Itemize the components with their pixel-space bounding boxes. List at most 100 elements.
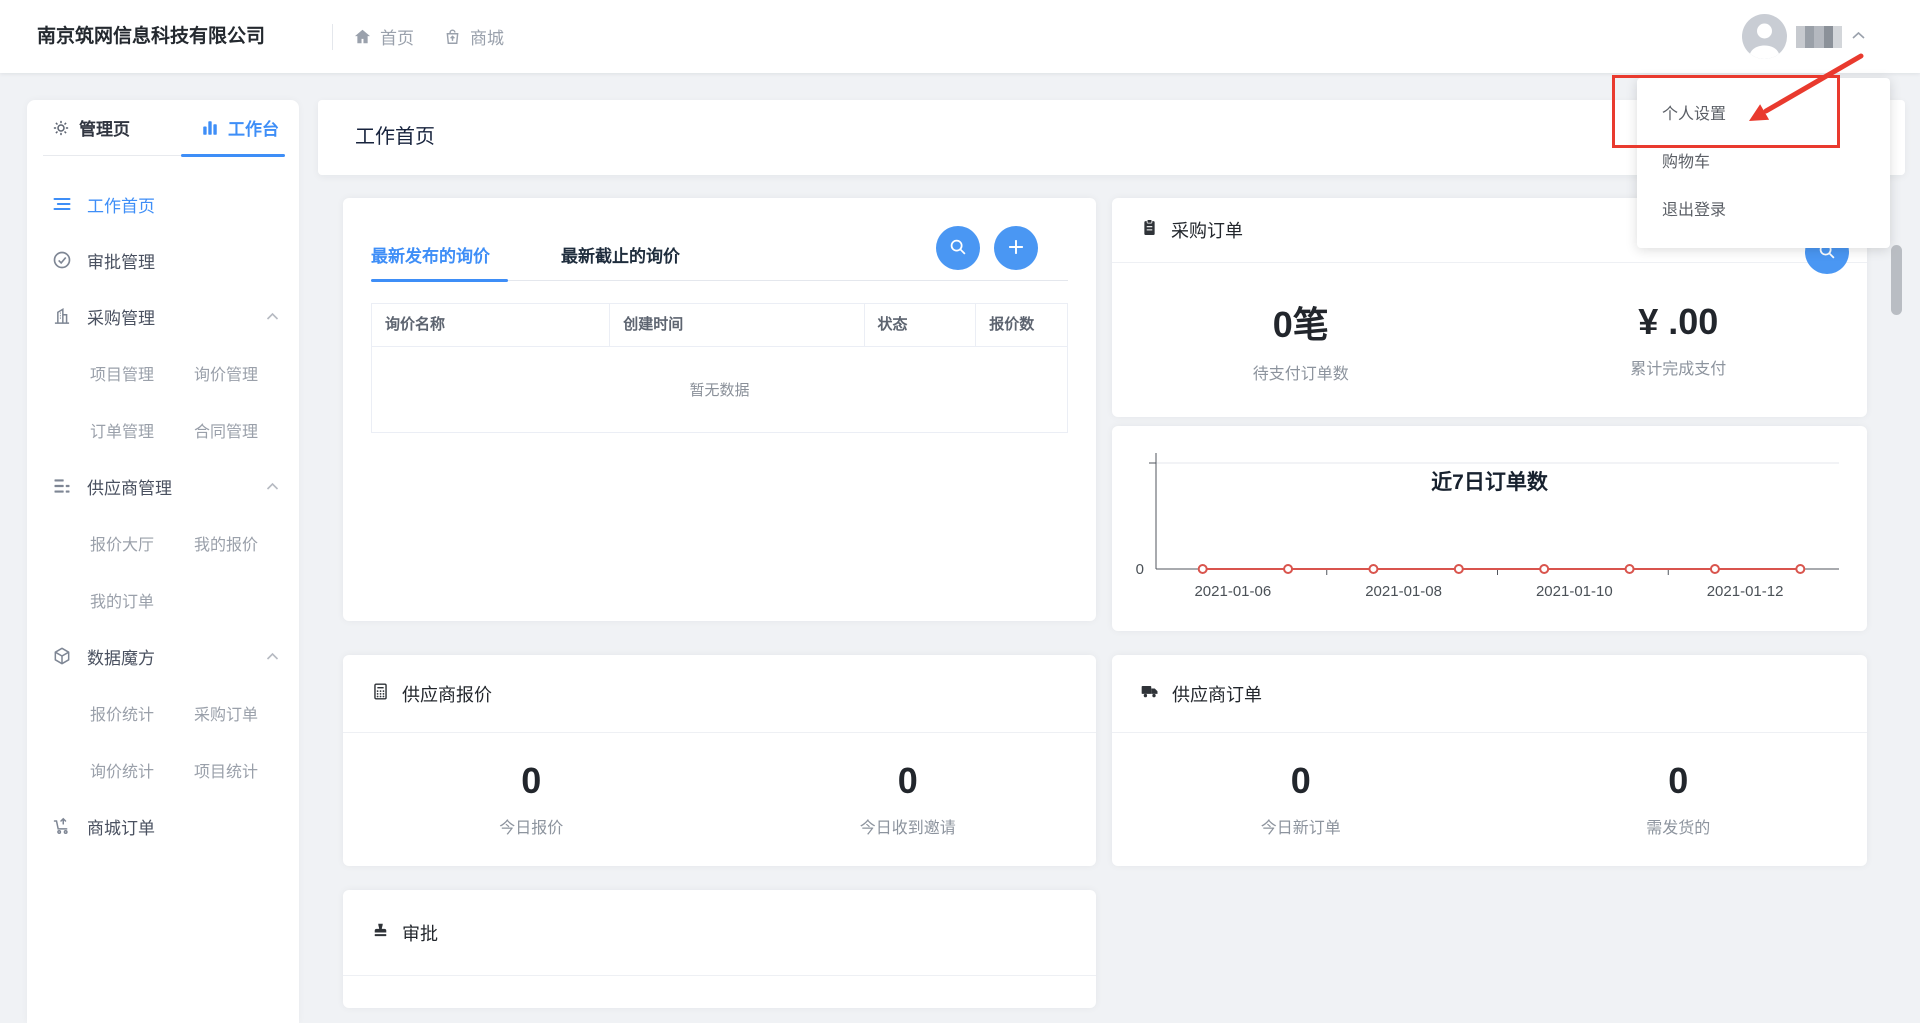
svg-text:0: 0 — [1136, 561, 1144, 578]
sidebar-subitem-project-mgmt[interactable]: 项目管理 — [90, 361, 194, 385]
user-name-redacted — [1796, 26, 1842, 48]
active-tab-underline — [371, 279, 508, 282]
stat-to-ship: 0 需发货的 — [1490, 760, 1868, 838]
chevron-up-icon — [266, 312, 279, 321]
sidebar-subrow: 报价大厅 我的报价 — [27, 514, 299, 571]
sidebar-group-procurement-mgmt[interactable]: 采购管理 — [27, 288, 299, 344]
sidebar-subitem-quote-hall[interactable]: 报价大厅 — [90, 531, 194, 555]
card-title: 供应商订单 — [1172, 681, 1262, 707]
tab-latest-published[interactable]: 最新发布的询价 — [371, 242, 490, 267]
sidebar-subrow: 订单管理 合同管理 — [27, 401, 299, 458]
sidebar-subitem-order-mgmt[interactable]: 订单管理 — [90, 418, 194, 442]
sidebar-subrow: 报价统计 采购订单 — [27, 684, 299, 741]
lines-icon — [52, 194, 72, 214]
card-title: 审批 — [402, 920, 438, 946]
stat-value: 0 — [720, 760, 1097, 802]
sidebar-item-mall-orders[interactable]: 商城订单 — [27, 798, 299, 854]
chevron-up-icon — [1851, 28, 1866, 46]
sidebar-subitem-purchase-orders[interactable]: 采购订单 — [194, 701, 298, 725]
sidebar-subrow: 我的订单 — [27, 571, 299, 628]
search-icon — [947, 236, 969, 261]
orders-line-chart: 0 2021-01-06 2021-01-08 2021-01-10 2021-01-1… — [1112, 426, 1867, 631]
sidebar-group-data-cube[interactable]: 数据魔方 — [27, 628, 299, 684]
svg-text:2021-01-12: 2021-01-12 — [1707, 583, 1784, 600]
sidebar-subitem-contract-mgmt[interactable]: 合同管理 — [194, 418, 298, 442]
card-header: 审批 — [343, 890, 1096, 976]
sidebar-subitem-my-quotes[interactable]: 我的报价 — [194, 531, 298, 555]
search-button[interactable] — [936, 226, 980, 270]
list-icon — [52, 476, 72, 496]
inquiry-table: 询价名称 创建时间 状态 报价数 暂无数据 — [371, 303, 1068, 433]
sidebar-group-label: 供应商管理 — [87, 474, 172, 499]
page-title: 工作首页 — [355, 100, 435, 175]
card-header: 供应商报价 — [343, 655, 1096, 733]
menu-item-cart[interactable]: 购物车 — [1637, 139, 1890, 187]
add-button[interactable] — [994, 226, 1038, 270]
company-name: 南京筑网信息科技有限公司 — [37, 0, 265, 73]
svg-text:2021-01-08: 2021-01-08 — [1365, 583, 1442, 600]
sidebar-group-label: 数据魔方 — [87, 644, 155, 669]
active-tab-underline — [181, 154, 285, 157]
inquiry-card: 最新发布的询价 最新截止的询价 询价名称 创建时间 状态 报价数 暂无数据 — [343, 198, 1096, 621]
tab-latest-closed[interactable]: 最新截止的询价 — [561, 242, 680, 267]
menu-item-profile-settings[interactable]: 个人设置 — [1637, 91, 1890, 139]
stat-today-quotes: 0 今日报价 — [343, 760, 720, 838]
svg-text:2021-01-06: 2021-01-06 — [1194, 583, 1271, 600]
stamp-icon — [371, 921, 390, 945]
header-divider — [332, 24, 333, 50]
sidebar-tabs: 管理页 工作台 — [43, 100, 283, 156]
scrollbar-thumb[interactable] — [1891, 245, 1902, 315]
calculator-icon — [371, 682, 390, 706]
sidebar-tab-workbench[interactable]: 工作台 — [200, 115, 279, 140]
sidebar-subitem-my-orders[interactable]: 我的订单 — [90, 588, 194, 612]
sidebar-subrow: 项目管理 询价管理 — [27, 344, 299, 401]
nav-home[interactable]: 首页 — [352, 24, 414, 49]
app-root: 南京筑网信息科技有限公司 首页 商城 — [0, 0, 1920, 1023]
sidebar-item-approval-mgmt[interactable]: 审批管理 — [27, 232, 299, 288]
sidebar-group-supplier-mgmt[interactable]: 供应商管理 — [27, 458, 299, 514]
stat-today-new-orders: 0 今日新订单 — [1112, 760, 1490, 838]
stat-value: ¥ .00 — [1490, 301, 1868, 343]
sidebar-subitem-inquiry-stats[interactable]: 询价统计 — [90, 758, 194, 782]
stat-total-paid: ¥ .00 累计完成支付 — [1490, 301, 1868, 379]
building-icon — [52, 306, 72, 326]
stat-label: 今日报价 — [343, 814, 720, 838]
top-header: 南京筑网信息科技有限公司 首页 商城 — [0, 0, 1920, 73]
svg-text:2021-01-10: 2021-01-10 — [1536, 583, 1613, 600]
card-title: 采购订单 — [1171, 217, 1243, 243]
menu-item-logout[interactable]: 退出登录 — [1637, 187, 1890, 235]
nav-mall[interactable]: 商城 — [442, 24, 504, 49]
sidebar-subitem-inquiry-mgmt[interactable]: 询价管理 — [194, 361, 298, 385]
sidebar: 管理页 工作台 工作首页 — [27, 100, 299, 1023]
chevron-up-icon — [266, 652, 279, 661]
column-header: 询价名称 — [372, 304, 610, 346]
user-avatar — [1742, 14, 1787, 59]
sidebar-menu: 工作首页 审批管理 采购管理 项目管理 — [27, 156, 299, 854]
stat-label: 需发货的 — [1490, 814, 1868, 838]
column-header: 报价数 — [976, 304, 1067, 346]
card-stats: 0 今日新订单 0 需发货的 — [1112, 732, 1867, 866]
bar-chart-icon — [200, 118, 220, 138]
supplier-order-card: 供应商订单 0 今日新订单 0 需发货的 — [1112, 655, 1867, 866]
sidebar-subrow: 询价统计 项目统计 — [27, 741, 299, 798]
stat-label: 今日收到邀请 — [720, 814, 1097, 838]
supplier-quote-card: 供应商报价 0 今日报价 0 今日收到邀请 — [343, 655, 1096, 866]
home-icon — [352, 27, 372, 47]
orders-chart-card: 0 2021-01-06 2021-01-08 2021-01-10 2021-01-1… — [1112, 426, 1867, 631]
chevron-up-icon — [266, 482, 279, 491]
stat-today-invitations: 0 今日收到邀请 — [720, 760, 1097, 838]
sidebar-subitem-project-stats[interactable]: 项目统计 — [194, 758, 298, 782]
stat-label: 今日新订单 — [1112, 814, 1490, 838]
card-header: 供应商订单 — [1112, 655, 1867, 733]
plus-icon — [1005, 236, 1027, 261]
card-title: 供应商报价 — [402, 681, 492, 707]
cart-icon — [52, 816, 72, 836]
sidebar-subitem-quote-stats[interactable]: 报价统计 — [90, 701, 194, 725]
nav-mall-label: 商城 — [470, 24, 504, 49]
stat-value: 0 — [1490, 760, 1868, 802]
user-menu-trigger[interactable] — [1742, 0, 1866, 73]
nav-home-label: 首页 — [380, 24, 414, 49]
sidebar-item-work-home[interactable]: 工作首页 — [27, 176, 299, 232]
sidebar-tab-admin[interactable]: 管理页 — [51, 115, 130, 140]
sidebar-tab-admin-label: 管理页 — [79, 115, 130, 140]
